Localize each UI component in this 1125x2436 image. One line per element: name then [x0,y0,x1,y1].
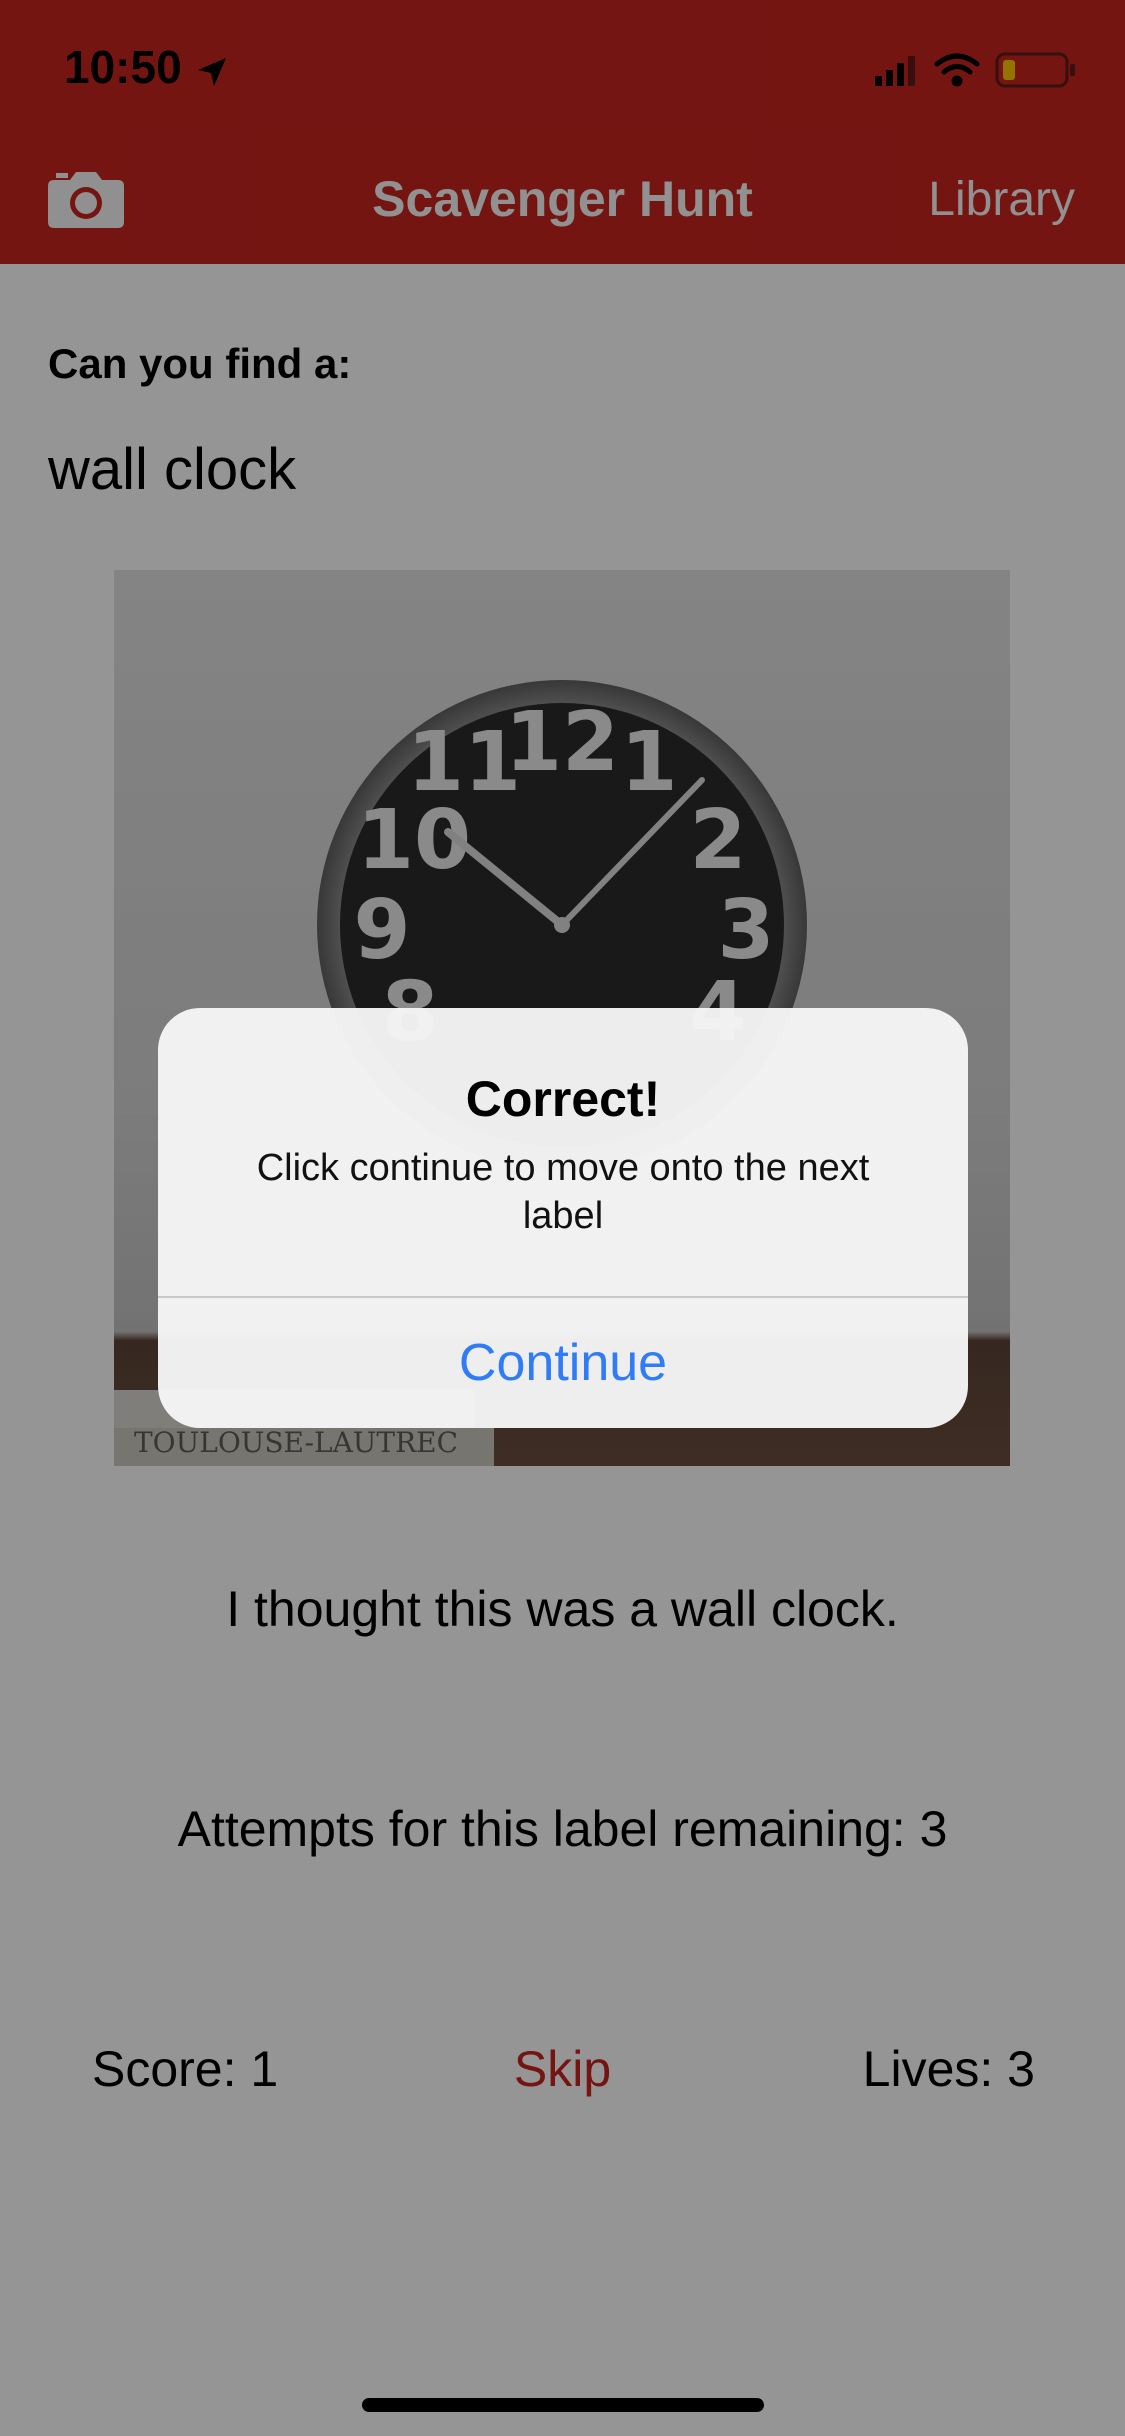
alert-title: Correct! [465,1071,661,1127]
home-indicator[interactable] [362,2398,764,2412]
continue-button[interactable]: Continue [158,1298,968,1428]
correct-alert: Correct! Click continue to move onto the… [158,1008,968,1428]
alert-message: Click continue to move onto the next lab… [256,1147,870,1237]
